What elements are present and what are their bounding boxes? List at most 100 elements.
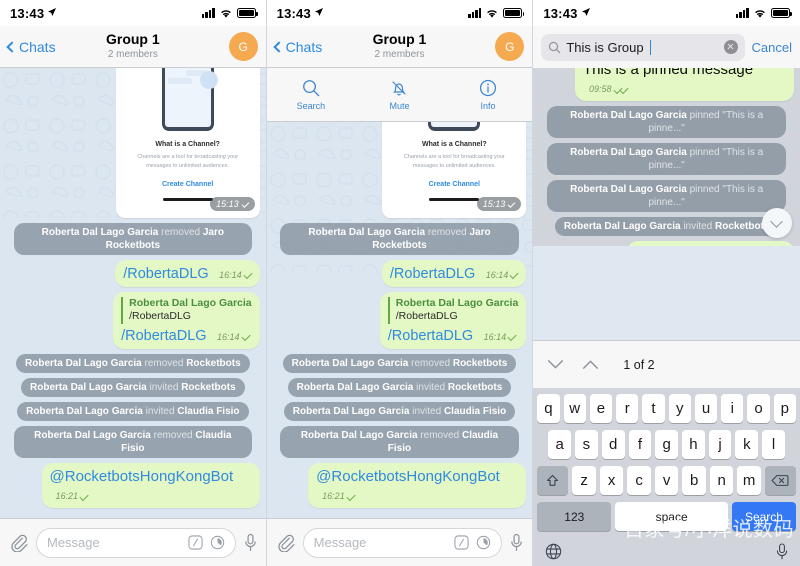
photo-message[interactable]: Back What is a Channel? C: [115, 68, 260, 218]
message-row[interactable]: This is Group 1 15:10: [539, 241, 794, 246]
shift-key[interactable]: [537, 466, 569, 495]
key-q[interactable]: q: [537, 394, 560, 423]
key-d[interactable]: d: [601, 430, 625, 459]
timer-icon[interactable]: [210, 535, 225, 550]
key-h[interactable]: h: [682, 430, 705, 459]
action-mute[interactable]: Mute: [355, 68, 444, 121]
message-time: 09:58: [588, 84, 612, 94]
key-i[interactable]: i: [721, 394, 744, 423]
message-row[interactable]: Back What is a Channel? C: [6, 68, 260, 218]
message-input-field[interactable]: Message: [36, 527, 236, 558]
message-bubble-reply[interactable]: Roberta Dal Lago Garcia /RobertaDLG /Rob…: [113, 292, 260, 349]
location-arrow-icon: [314, 7, 324, 20]
key-g[interactable]: g: [655, 430, 678, 459]
back-to-chats-button[interactable]: Chats: [272, 39, 322, 55]
cancel-search-button[interactable]: Cancel: [752, 40, 792, 55]
key-r[interactable]: r: [616, 394, 639, 423]
chevron-left-icon: [272, 40, 285, 53]
key-u[interactable]: u: [694, 394, 718, 423]
key-k[interactable]: k: [735, 430, 759, 459]
chevron-up-icon[interactable]: [582, 359, 599, 370]
slash-command-icon[interactable]: [188, 535, 203, 550]
message-row[interactable]: @RocketbotsHongKongBot 16:21: [273, 463, 527, 508]
microphone-icon[interactable]: [244, 533, 257, 552]
phone-illustration-icon: [161, 68, 218, 132]
key-o[interactable]: o: [747, 394, 770, 423]
key-p[interactable]: p: [773, 394, 796, 423]
paperclip-icon[interactable]: [276, 533, 295, 552]
message-input-field[interactable]: Message: [302, 527, 503, 558]
key-c[interactable]: c: [627, 466, 651, 495]
chevron-down-icon[interactable]: [547, 359, 564, 370]
key-l[interactable]: l: [762, 430, 785, 459]
avatar[interactable]: G: [495, 32, 525, 61]
message-bubble-reply[interactable]: Roberta Dal Lago Garcia /RobertaDLG /Rob…: [379, 292, 527, 349]
slash-command-icon[interactable]: [454, 535, 469, 550]
chat-message-area[interactable]: Back What is a Channel? C: [266, 122, 533, 518]
delivery-tick-icon: [240, 332, 251, 342]
create-channel-button[interactable]: Create Channel: [429, 181, 480, 188]
message-row[interactable]: Roberta Dal Lago Garcia /RobertaDLG /Rob…: [6, 292, 260, 349]
globe-icon[interactable]: [545, 543, 562, 560]
clear-search-button[interactable]: [723, 40, 738, 54]
key-j[interactable]: j: [708, 430, 732, 459]
chat-message-area[interactable]: This is a pinned message 09:58 Roberta D…: [533, 68, 800, 246]
service-message-row: Roberta Dal Lago Garcia pinned "This is …: [539, 143, 794, 175]
action-search[interactable]: Search: [267, 68, 356, 121]
message-bubble-outgoing[interactable]: /RobertaDLG 16:14: [381, 259, 527, 288]
key-a[interactable]: a: [548, 430, 572, 459]
microphone-icon[interactable]: [510, 533, 523, 552]
service-message-row: Roberta Dal Lago Garcia removed Rocketbo…: [273, 354, 527, 373]
key-b[interactable]: b: [682, 466, 706, 495]
quoted-reply[interactable]: Roberta Dal Lago Garcia /RobertaDLG: [387, 297, 518, 324]
key-x[interactable]: x: [599, 466, 624, 495]
photo-message[interactable]: Back What is a Channel? C: [382, 122, 527, 218]
message-bubble-outgoing[interactable]: @RocketbotsHongKongBot 16:21: [308, 463, 527, 508]
service-message: Roberta Dal Lago Garcia invited Rocketbo…: [554, 217, 779, 236]
message-bubble-outgoing[interactable]: @RocketbotsHongKongBot 16:21: [41, 463, 260, 508]
service-actor: Roberta Dal Lago Garcia: [30, 382, 147, 393]
signal-bars-icon: [468, 8, 482, 18]
key-w[interactable]: w: [563, 394, 586, 423]
key-z[interactable]: z: [572, 466, 596, 495]
message-row[interactable]: /RobertaDLG 16:14: [6, 259, 260, 288]
search-icon: [303, 80, 320, 97]
service-actor: Roberta Dal Lago Garcia: [308, 226, 426, 238]
navigation-bar: Chats Group 1 2 members G: [0, 26, 266, 68]
message-bubble-outgoing[interactable]: This is Group 1 15:10: [626, 241, 794, 246]
numbers-key[interactable]: 123: [537, 502, 612, 531]
backspace-key[interactable]: [764, 466, 796, 495]
key-n[interactable]: n: [709, 466, 734, 495]
message-row[interactable]: Back What is a Channel? C: [273, 122, 527, 218]
create-channel-button[interactable]: Create Channel: [162, 181, 213, 188]
service-message: Roberta Dal Lago Garcia removed Jaro Roc…: [280, 222, 519, 255]
quoted-reply[interactable]: Roberta Dal Lago Garcia /RobertaDLG: [121, 297, 252, 324]
paperclip-icon[interactable]: [9, 533, 28, 552]
message-row[interactable]: This is a pinned message 09:58: [539, 68, 794, 101]
avatar[interactable]: G: [228, 32, 258, 61]
scroll-to-bottom-button[interactable]: [761, 208, 792, 238]
message-row[interactable]: @RocketbotsHongKongBot 16:21: [6, 463, 260, 508]
action-info[interactable]: Info: [444, 68, 533, 121]
message-list: This is Group 1 15:10: [0, 68, 266, 518]
back-to-chats-button[interactable]: Chats: [6, 39, 56, 55]
timer-icon[interactable]: [476, 535, 491, 550]
message-text: @RocketbotsHongKongBot: [49, 468, 234, 485]
message-row[interactable]: /RobertaDLG 16:14: [273, 259, 527, 288]
key-y[interactable]: y: [668, 394, 691, 423]
message-meta: 16:21: [322, 491, 356, 501]
service-message: Roberta Dal Lago Garcia pinned "This is …: [546, 180, 787, 212]
message-bubble-outgoing[interactable]: /RobertaDLG 16:14: [115, 259, 260, 288]
key-t[interactable]: t: [642, 394, 665, 423]
key-s[interactable]: s: [575, 430, 598, 459]
search-input[interactable]: This is Group: [541, 33, 745, 61]
message-row[interactable]: Roberta Dal Lago Garcia /RobertaDLG /Rob…: [273, 292, 527, 349]
key-v[interactable]: v: [654, 466, 679, 495]
key-f[interactable]: f: [628, 430, 652, 459]
microphone-icon[interactable]: [776, 543, 788, 560]
key-m[interactable]: m: [737, 466, 761, 495]
message-bubble-outgoing[interactable]: This is a pinned message 09:58: [574, 68, 794, 101]
chat-message-area[interactable]: This is Group 1 15:10: [0, 68, 266, 518]
key-e[interactable]: e: [589, 394, 613, 423]
message-text: @RocketbotsHongKongBot: [316, 468, 500, 485]
